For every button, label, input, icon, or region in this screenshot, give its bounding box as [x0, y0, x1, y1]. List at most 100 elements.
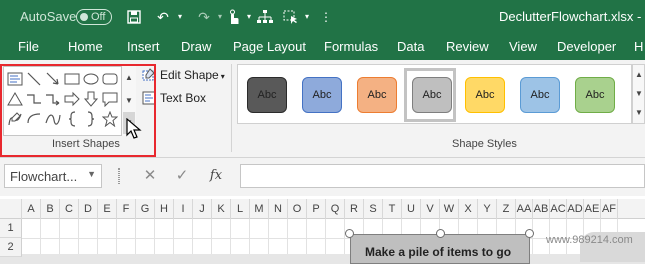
column-header[interactable]: AB: [533, 199, 550, 219]
shape-style-swatch[interactable]: Abc: [247, 77, 287, 113]
column-header[interactable]: I: [174, 199, 193, 219]
styles-down-icon[interactable]: ▼: [633, 84, 645, 103]
column-header[interactable]: P: [307, 199, 326, 219]
ribbon-body: ▲ ▼ ▼ Edit Shape▾ Text Box Insert Shapes…: [0, 60, 645, 158]
column-header[interactable]: X: [459, 199, 478, 219]
tab-data[interactable]: Data: [397, 39, 424, 54]
undo-dropdown-icon[interactable]: ▾: [174, 6, 186, 28]
formula-input[interactable]: [240, 164, 645, 188]
select-all-corner[interactable]: [0, 199, 22, 219]
column-header[interactable]: Z: [497, 199, 516, 219]
column-gridline: [249, 219, 250, 254]
tab-developer[interactable]: Developer: [557, 39, 616, 54]
tab-home[interactable]: Home: [68, 39, 103, 54]
column-gridline: [268, 219, 269, 254]
ribbon-tabs: File Home Insert Draw Page Layout Formul…: [0, 34, 645, 60]
column-header[interactable]: H: [155, 199, 174, 219]
app-name: - Ex: [637, 9, 645, 24]
select-dropdown-icon[interactable]: ▾: [302, 6, 312, 28]
column-header[interactable]: V: [421, 199, 440, 219]
column-header[interactable]: L: [231, 199, 250, 219]
cancel-icon[interactable]: ✕: [140, 164, 160, 188]
tab-view[interactable]: View: [509, 39, 537, 54]
redo-icon[interactable]: ↷: [194, 6, 214, 28]
text-box-button[interactable]: Text Box: [160, 91, 206, 105]
touch-dropdown-icon[interactable]: ▾: [244, 6, 254, 28]
title-bar: AutoSave Off ↶ ▾ ↷ ▾ ▾ ▾ ⋮ DeclutterFlow…: [0, 0, 645, 34]
shape-styles-group-label: Shape Styles: [452, 138, 517, 150]
column-gridline: [211, 219, 212, 254]
column-header[interactable]: AC: [550, 199, 567, 219]
watermark: www.989214.com: [546, 234, 633, 246]
touch-mode-icon[interactable]: [222, 6, 244, 28]
column-headers: A B C D E F G H I J K L M N O P Q R S T U V W X Y Z AA AB AC AD AE AF: [0, 199, 645, 219]
shape-style-swatch-selected[interactable]: Abc: [412, 77, 452, 113]
column-header[interactable]: A: [22, 199, 41, 219]
select-shapes-icon[interactable]: [280, 6, 302, 28]
name-box-dropdown-icon[interactable]: ▼: [87, 169, 96, 179]
column-header[interactable]: R: [345, 199, 364, 219]
column-header[interactable]: S: [364, 199, 383, 219]
column-header[interactable]: T: [383, 199, 402, 219]
tab-formulas[interactable]: Formulas: [324, 39, 378, 54]
tab-insert[interactable]: Insert: [127, 39, 160, 54]
column-header[interactable]: M: [250, 199, 269, 219]
save-icon[interactable]: [124, 6, 144, 28]
resize-handle[interactable]: [525, 229, 534, 238]
column-header[interactable]: AF: [601, 199, 618, 219]
column-header[interactable]: AD: [567, 199, 584, 219]
tab-file[interactable]: File: [18, 39, 39, 54]
customize-qat-icon[interactable]: ⋮: [320, 6, 332, 28]
enter-icon[interactable]: ✓: [172, 164, 192, 188]
formula-bar-grip[interactable]: [118, 168, 120, 184]
org-chart-icon[interactable]: [254, 6, 276, 28]
resize-handle[interactable]: [436, 229, 445, 238]
column-header[interactable]: F: [117, 199, 136, 219]
column-header[interactable]: D: [79, 199, 98, 219]
column-header[interactable]: AE: [584, 199, 601, 219]
edit-shape-dropdown-icon: ▾: [220, 72, 225, 81]
shape-style-swatch[interactable]: Abc: [302, 77, 342, 113]
column-header[interactable]: W: [440, 199, 459, 219]
column-gridline: [116, 219, 117, 254]
tab-review[interactable]: Review: [446, 39, 489, 54]
resize-handle[interactable]: [345, 229, 354, 238]
autosave-label: AutoSave: [20, 9, 77, 24]
column-header[interactable]: J: [193, 199, 212, 219]
column-header[interactable]: B: [41, 199, 60, 219]
tab-page-layout[interactable]: Page Layout: [233, 39, 306, 54]
column-header[interactable]: AA: [516, 199, 533, 219]
row-header[interactable]: 2: [0, 238, 22, 257]
column-header[interactable]: G: [136, 199, 155, 219]
column-header[interactable]: C: [60, 199, 79, 219]
shape-style-swatch[interactable]: Abc: [520, 77, 560, 113]
column-header[interactable]: U: [402, 199, 421, 219]
column-header[interactable]: E: [98, 199, 117, 219]
tab-draw[interactable]: Draw: [181, 39, 211, 54]
shape-style-swatch[interactable]: Abc: [357, 77, 397, 113]
styles-up-icon[interactable]: ▲: [633, 65, 645, 84]
file-name: DeclutterFlowchart.xlsx: [499, 9, 634, 24]
column-gridline: [192, 219, 193, 254]
row-header[interactable]: 1: [0, 219, 22, 238]
insert-shapes-group-label: Insert Shapes: [52, 138, 120, 150]
column-header[interactable]: N: [269, 199, 288, 219]
styles-more-icon[interactable]: ▼: [633, 103, 645, 122]
shape-styles-scrollbar: ▲ ▼ ▼: [632, 64, 645, 124]
tab-help[interactable]: H: [634, 39, 643, 54]
shape-styles-gallery: Abc Abc Abc Abc Abc Abc Abc: [237, 64, 632, 124]
column-gridline: [154, 219, 155, 254]
name-box[interactable]: Flowchart... ▼: [4, 164, 102, 188]
column-header[interactable]: O: [288, 199, 307, 219]
column-header[interactable]: Q: [326, 199, 345, 219]
edit-shape-button[interactable]: Edit Shape ▾: [160, 68, 225, 82]
toggle-knob-icon: [80, 13, 88, 21]
shape-style-swatch[interactable]: Abc: [575, 77, 615, 113]
column-header[interactable]: K: [212, 199, 231, 219]
undo-icon[interactable]: ↶: [152, 6, 174, 28]
group-divider: [231, 64, 232, 152]
shape-style-swatch[interactable]: Abc: [465, 77, 505, 113]
column-header[interactable]: Y: [478, 199, 497, 219]
insert-function-icon[interactable]: fx: [205, 164, 227, 188]
autosave-toggle[interactable]: Off: [76, 9, 112, 25]
